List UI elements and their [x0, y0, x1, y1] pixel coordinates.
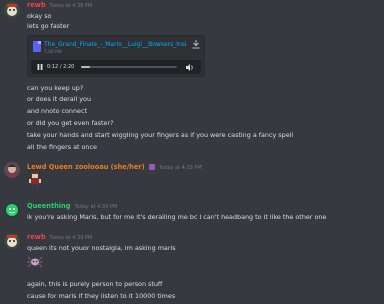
username[interactable]: Lewd Queen zoolooau (she/her) Today at 4…	[27, 163, 202, 171]
username-text[interactable]: rewb	[27, 1, 46, 9]
message-line: all the fingers at once	[27, 143, 97, 151]
message-line: ik you're asking Maris, but for me it's …	[27, 213, 327, 221]
timestamp: Today at 4:39 PM	[74, 204, 118, 210]
volume-icon[interactable]	[186, 63, 194, 71]
audio-attachment: The_Grand_Finale_-_Mario__Luigi__Bowsers…	[27, 35, 205, 77]
pixel-character-emoji[interactable]	[27, 172, 43, 188]
message-line: lets go faster	[27, 22, 70, 30]
file-size: 5.06 MB	[44, 50, 62, 55]
audio-player: 0:12 / 2:20	[31, 60, 201, 74]
seek-bar-progress	[81, 66, 90, 68]
message-line: or does it derail you	[27, 95, 91, 103]
spider-emoji[interactable]	[27, 254, 43, 270]
username-text[interactable]: rewb	[27, 233, 46, 241]
playback-time: 0:12 / 2:20	[47, 63, 75, 70]
username[interactable]: Queenthing Today at 4:39 PM	[27, 202, 117, 210]
username-text[interactable]: Queenthing	[27, 202, 70, 210]
timestamp: Today at 4:39 PM	[158, 165, 202, 171]
pause-icon[interactable]	[37, 64, 43, 70]
role-badge-icon	[148, 164, 155, 170]
avatar[interactable]	[4, 2, 20, 18]
message-line: okay so	[27, 12, 52, 20]
message-line: cause for maris if they listen to it 100…	[27, 292, 176, 300]
message-line: queen its not youor nostalgia, im asking…	[27, 244, 176, 252]
file-name-link[interactable]: The_Grand_Finale_-_Mario__Luigi__Bowsers…	[44, 41, 192, 48]
avatar[interactable]	[4, 233, 20, 249]
timestamp: Today at 4:39 PM	[49, 235, 93, 241]
message-line: or did you get even faster?	[27, 119, 114, 127]
seek-bar[interactable]	[81, 66, 177, 68]
file-icon	[33, 41, 41, 52]
avatar[interactable]	[4, 162, 20, 178]
timestamp: Today at 4:38 PM	[49, 3, 93, 9]
avatar[interactable]	[4, 202, 20, 218]
username-text[interactable]: Lewd Queen zoolooau (she/her)	[27, 163, 145, 171]
username[interactable]: rewb Today at 4:38 PM	[27, 1, 92, 9]
message-line: again, this is purely person to person s…	[27, 280, 163, 288]
message-line: take your hands and start wiggling your …	[27, 131, 294, 139]
username[interactable]: rewb Today at 4:39 PM	[27, 233, 92, 241]
message-line: can you keep up?	[27, 84, 84, 92]
message-line: and nnoto connect	[27, 107, 87, 115]
download-icon[interactable]	[192, 40, 200, 49]
